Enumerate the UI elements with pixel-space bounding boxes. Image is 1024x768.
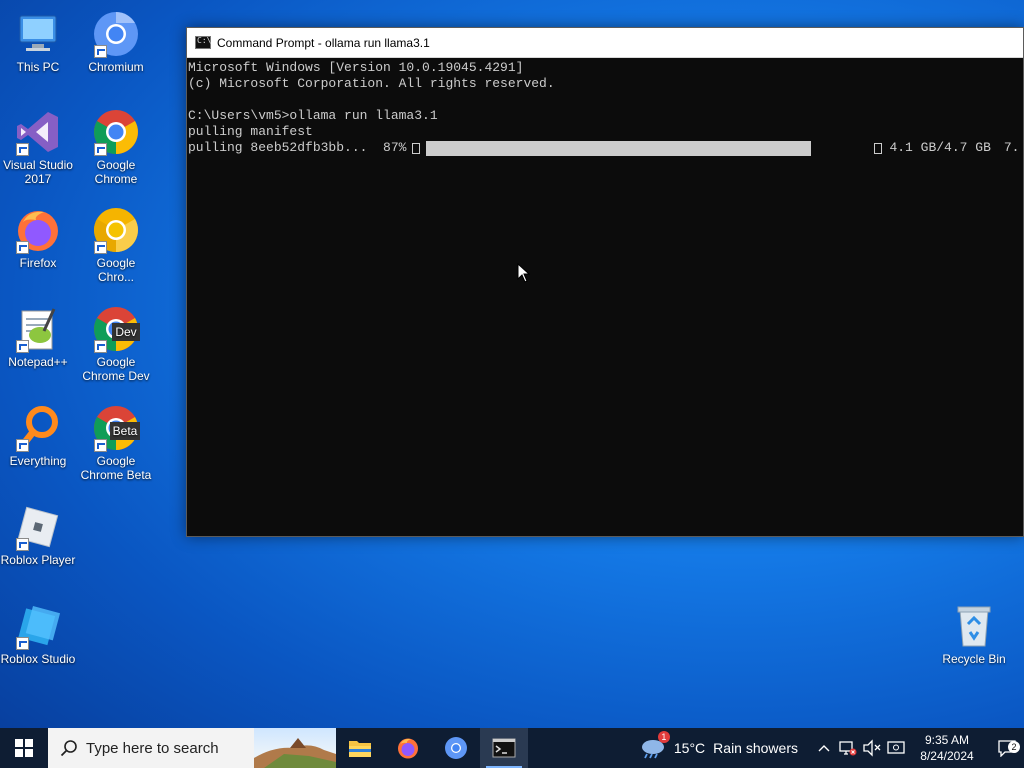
desktop-icon-label: Google Chrome Beta	[80, 454, 152, 482]
progress-size: 4.1 GB/4.7 GB	[889, 140, 991, 155]
keyboard-display-icon	[887, 741, 905, 754]
weather-rain-icon: 1	[640, 731, 670, 759]
taskbar-clock[interactable]: 9:35 AM 8/24/2024	[912, 732, 982, 764]
clock-date: 8/24/2024	[920, 749, 974, 763]
console-line: (c) Microsoft Corporation. All rights re…	[188, 76, 555, 91]
notification-count-badge: 2	[1008, 741, 1020, 753]
show-hidden-icons-button[interactable]	[812, 744, 836, 752]
desktop-icon-notepad-plus-plus[interactable]: Notepad++	[0, 299, 76, 369]
search-highlight-image	[254, 728, 336, 768]
taskbar-app-firefox[interactable]	[384, 728, 432, 768]
desktop-icon-label: Google Chrome	[94, 158, 138, 186]
window-titlebar[interactable]: Command Prompt - ollama run llama3.1	[187, 28, 1023, 58]
weather-description: Rain showers	[713, 740, 798, 756]
weather-temperature: 15°C	[673, 740, 706, 756]
desktop-icon-label: Roblox Studio	[0, 652, 76, 666]
shortcut-arrow-icon	[16, 439, 29, 452]
recycle-bin-icon	[957, 606, 991, 647]
shortcut-arrow-icon	[16, 538, 29, 551]
taskbar-app-file-explorer[interactable]	[336, 728, 384, 768]
desktop-icon-roblox-player[interactable]: Roblox Player	[0, 497, 76, 567]
desktop-icon-label: Google Chro...	[96, 256, 136, 284]
network-status-button[interactable]	[836, 739, 860, 757]
shortcut-arrow-icon	[94, 439, 107, 452]
computer-icon	[19, 15, 57, 51]
network-disconnected-icon	[839, 741, 857, 756]
taskbar-search-box[interactable]: Type here to search	[48, 728, 336, 768]
mouse-cursor-icon	[517, 263, 531, 283]
window-title: Command Prompt - ollama run llama3.1	[217, 35, 430, 50]
shortcut-arrow-icon	[16, 241, 29, 254]
desktop-icon-chromium[interactable]: Chromium	[78, 4, 154, 74]
start-button[interactable]	[0, 728, 48, 768]
search-icon	[60, 740, 77, 757]
desktop-icon-label: Notepad++	[8, 355, 68, 369]
search-placeholder: Type here to search	[86, 739, 219, 757]
shortcut-arrow-icon	[94, 143, 107, 156]
desktop-icon-label: Chromium	[88, 60, 144, 74]
shortcut-arrow-icon	[94, 241, 107, 254]
taskbar: Type here to search 1 15°C Rain showers …	[0, 728, 1024, 768]
shortcut-arrow-icon	[94, 45, 107, 58]
desktop-icon-google-chrome-dev[interactable]: Dev Google Chrome Dev	[78, 299, 154, 383]
beta-badge: Beta	[113, 424, 138, 438]
download-progress-bar	[426, 140, 812, 156]
input-method-button[interactable]	[884, 739, 908, 757]
desktop-icon-label: Google Chrome Dev	[82, 355, 150, 383]
desktop-icon-label: This PC	[16, 60, 60, 74]
chevron-up-icon	[818, 745, 830, 752]
windows-logo-icon	[15, 739, 33, 757]
desktop-icon-everything[interactable]: Everything	[0, 398, 76, 468]
weather-widget[interactable]: 1 15°C Rain showers	[640, 731, 798, 759]
progress-percent: 87%	[383, 140, 407, 155]
desktop-icon-firefox[interactable]: Firefox	[0, 200, 76, 270]
console-line: pulling manifest	[188, 124, 313, 139]
desktop-icon-visual-studio[interactable]: Visual Studio 2017	[0, 102, 76, 186]
shortcut-arrow-icon	[16, 143, 29, 156]
chromium-icon	[445, 737, 467, 759]
desktop-icon-google-chrome-canary[interactable]: Google Chro...	[78, 200, 154, 284]
console-line: Microsoft Windows [Version 10.0.19045.42…	[188, 60, 524, 75]
progress-glyph-icon	[412, 142, 421, 154]
desktop-icon-label: Recycle Bin	[942, 652, 1006, 666]
taskbar-app-chromium[interactable]	[432, 728, 480, 768]
progress-rate: 7.	[1003, 140, 1020, 155]
desktop-icon-recycle-bin[interactable]: Recycle Bin	[936, 596, 1012, 666]
folder-icon	[349, 741, 371, 757]
desktop-icon-roblox-studio[interactable]: Roblox Studio	[0, 596, 76, 666]
console-output[interactable]: Microsoft Windows [Version 10.0.19045.42…	[187, 58, 1023, 536]
speaker-muted-icon	[863, 739, 881, 757]
console-line: C:\Users\vm5>ollama run llama3.1	[188, 108, 438, 123]
desktop-icon-label: Roblox Player	[0, 553, 76, 567]
progress-prefix: pulling 8eeb52dfb3bb...	[188, 140, 384, 155]
landscape-icon	[254, 738, 336, 768]
command-prompt-icon	[492, 738, 516, 758]
action-center-button[interactable]: 2	[990, 739, 1024, 757]
command-prompt-icon	[195, 36, 211, 49]
progress-glyph-icon	[874, 142, 883, 154]
shortcut-arrow-icon	[16, 637, 29, 650]
weather-alert-badge: 1	[657, 731, 670, 743]
dev-badge: Dev	[115, 325, 136, 339]
command-prompt-window[interactable]: Command Prompt - ollama run llama3.1 Mic…	[186, 27, 1024, 537]
desktop-icon-this-pc[interactable]: This PC	[0, 4, 76, 74]
firefox-icon	[398, 738, 418, 759]
shortcut-arrow-icon	[16, 340, 29, 353]
system-tray: 1 15°C Rain showers 9:35 AM 8/24/2024 2	[640, 728, 1024, 768]
taskbar-app-command-prompt[interactable]	[480, 728, 528, 768]
desktop-icon-google-chrome[interactable]: Google Chrome	[78, 102, 154, 186]
shortcut-arrow-icon	[94, 340, 107, 353]
clock-time: 9:35 AM	[924, 733, 970, 747]
volume-button[interactable]	[860, 739, 884, 757]
desktop-icon-label: Everything	[9, 454, 67, 468]
desktop-icon-google-chrome-beta[interactable]: Beta Google Chrome Beta	[78, 398, 154, 482]
download-progress-line: pulling 8eeb52dfb3bb... 87% 4.1 GB/4.7 GB…	[188, 140, 1023, 156]
desktop-icon-label: Visual Studio 2017	[3, 158, 73, 186]
desktop-icon-label: Firefox	[19, 256, 57, 270]
